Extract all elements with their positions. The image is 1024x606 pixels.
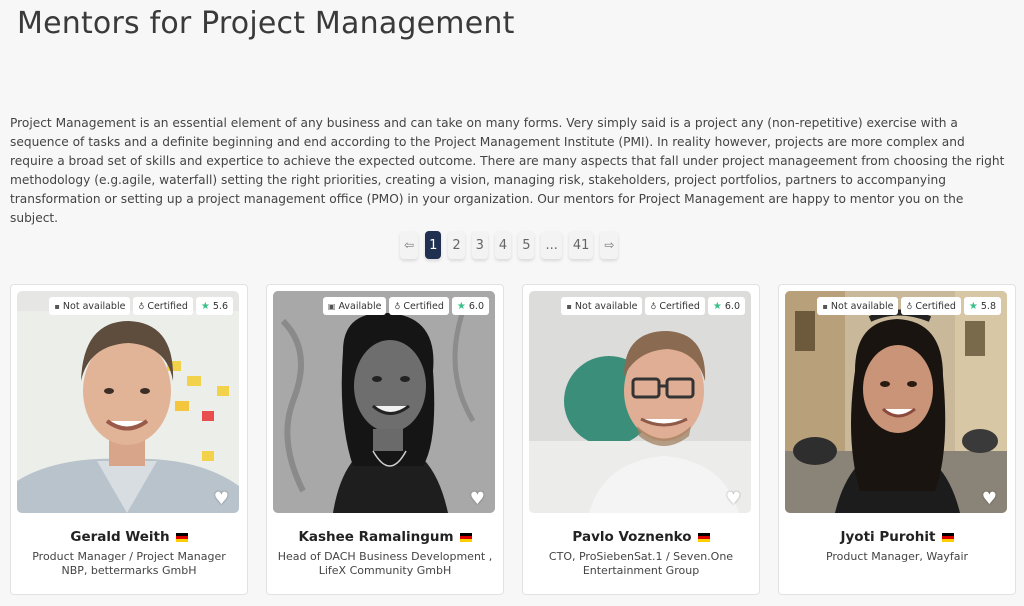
heart-icon[interactable]: ♥ [214,491,229,508]
availability-icon: ▪ [566,301,572,311]
page-button-5[interactable]: 5 [518,231,535,259]
badge-group: ▪ Not available ♁ Certified ★ 5.8 [817,297,1001,315]
availability-badge: ▪ Not available [561,297,643,315]
availability-badge: ▪ Not available [49,297,131,315]
mentor-photo[interactable]: ▪ Not available ♁ Certified ★ 5.6 ♥ [17,291,239,513]
heart-icon[interactable]: ♥ [470,491,485,508]
certified-badge: ♁ Certified [389,297,449,315]
mentor-name-label: Kashee Ramalingum [298,529,454,545]
rating-value: 6.0 [724,300,740,312]
star-icon: ★ [968,300,978,312]
mentor-name-label: Jyoti Purohit [840,529,936,545]
certified-label: Certified [147,300,188,312]
availability-label: Not available [62,300,126,312]
germany-flag-icon [459,532,472,542]
mentor-name[interactable]: Jyoti Purohit [779,529,1015,545]
rating-badge: ★ 6.0 [707,297,745,315]
mentor-name-label: Pavlo Voznenko [572,529,692,545]
availability-badge: ▪ Not available [817,297,899,315]
availability-icon: ▪ [822,301,828,311]
pagination: ⇦ 1 2 3 4 5 ... 41 ⇨ [400,231,619,259]
page-button-2[interactable]: 2 [448,231,465,259]
mentor-name[interactable]: Pavlo Voznenko [523,529,759,545]
rating-value: 5.8 [980,300,996,312]
page-button-1[interactable]: 1 [425,231,442,259]
page-ellipsis: ... [541,231,562,259]
mentor-name[interactable]: Kashee Ramalingum [267,529,503,545]
certificate-icon: ♁ [906,301,913,311]
star-icon: ★ [456,300,466,312]
mentor-name[interactable]: Gerald Weith [11,529,247,545]
mentor-role: CTO, ProSiebenSat.1 / Seven.One Entertai… [548,550,734,577]
mentor-role: Product Manager, Wayfair [825,550,969,563]
availability-icon: ▪ [54,301,60,311]
page-button-4[interactable]: 4 [494,231,512,259]
mentor-role: Product Manager / Project Manager NBP, b… [32,550,226,577]
certified-label: Certified [403,300,444,312]
mentor-card[interactable]: ▪ Not available ♁ Certified ★ 6.0 ♥ Pavlo V… [522,284,760,595]
germany-flag-icon [175,532,188,542]
certificate-icon: ♁ [138,301,145,311]
rating-value: 6.0 [468,300,484,312]
mentor-photo[interactable]: ▣ Available ♁ Certified ★ 6.0 ♥ [273,291,495,513]
next-page-button[interactable]: ⇨ [600,231,619,259]
certified-badge: ♁ Certified [645,297,705,315]
certificate-icon: ♁ [650,301,657,311]
availability-label: Not available [830,300,894,312]
rating-badge: ★ 6.0 [451,297,489,315]
page-button-3[interactable]: 3 [471,231,488,259]
germany-flag-icon [697,532,710,542]
mentor-card[interactable]: ▪ Not available ♁ Certified ★ 5.8 ♥ Jyoti P… [778,284,1016,595]
certificate-icon: ♁ [394,301,401,311]
intro-text: Project Management is an essential eleme… [10,116,1005,225]
prev-page-button[interactable]: ⇦ [400,231,419,259]
certified-label: Certified [915,300,956,312]
germany-flag-icon [941,532,954,542]
heart-icon[interactable]: ♥ [726,491,741,508]
rating-badge: ★ 5.6 [195,297,233,315]
availability-label: Available [338,300,382,312]
rating-badge: ★ 5.8 [963,297,1001,315]
availability-label: Not available [574,300,638,312]
star-icon: ★ [712,300,722,312]
mentor-photo[interactable]: ▪ Not available ♁ Certified ★ 5.8 ♥ [785,291,1007,513]
badge-group: ▪ Not available ♁ Certified ★ 5.6 [49,297,233,315]
certified-badge: ♁ Certified [901,297,961,315]
certified-label: Certified [659,300,700,312]
mentor-card[interactable]: ▪ Not available ♁ Certified ★ 5.6 ♥ Gerald … [10,284,248,595]
availability-badge: ▣ Available [322,297,387,315]
calendar-icon: ▣ [327,301,336,311]
mentor-role: Head of DACH Business Development , Life… [277,550,493,577]
certified-badge: ♁ Certified [133,297,193,315]
mentor-card[interactable]: ▣ Available ♁ Certified ★ 6.0 ♥ Kashee Rama… [266,284,504,595]
heart-icon[interactable]: ♥ [982,491,997,508]
badge-group: ▪ Not available ♁ Certified ★ 6.0 [561,297,745,315]
page-button-41[interactable]: 41 [568,231,594,259]
page-title: Mentors for Project Management [17,6,515,41]
badge-group: ▣ Available ♁ Certified ★ 6.0 [322,297,489,315]
mentor-name-label: Gerald Weith [70,529,170,545]
star-icon: ★ [200,300,210,312]
rating-value: 5.6 [212,300,228,312]
mentor-photo[interactable]: ▪ Not available ♁ Certified ★ 6.0 ♥ [529,291,751,513]
